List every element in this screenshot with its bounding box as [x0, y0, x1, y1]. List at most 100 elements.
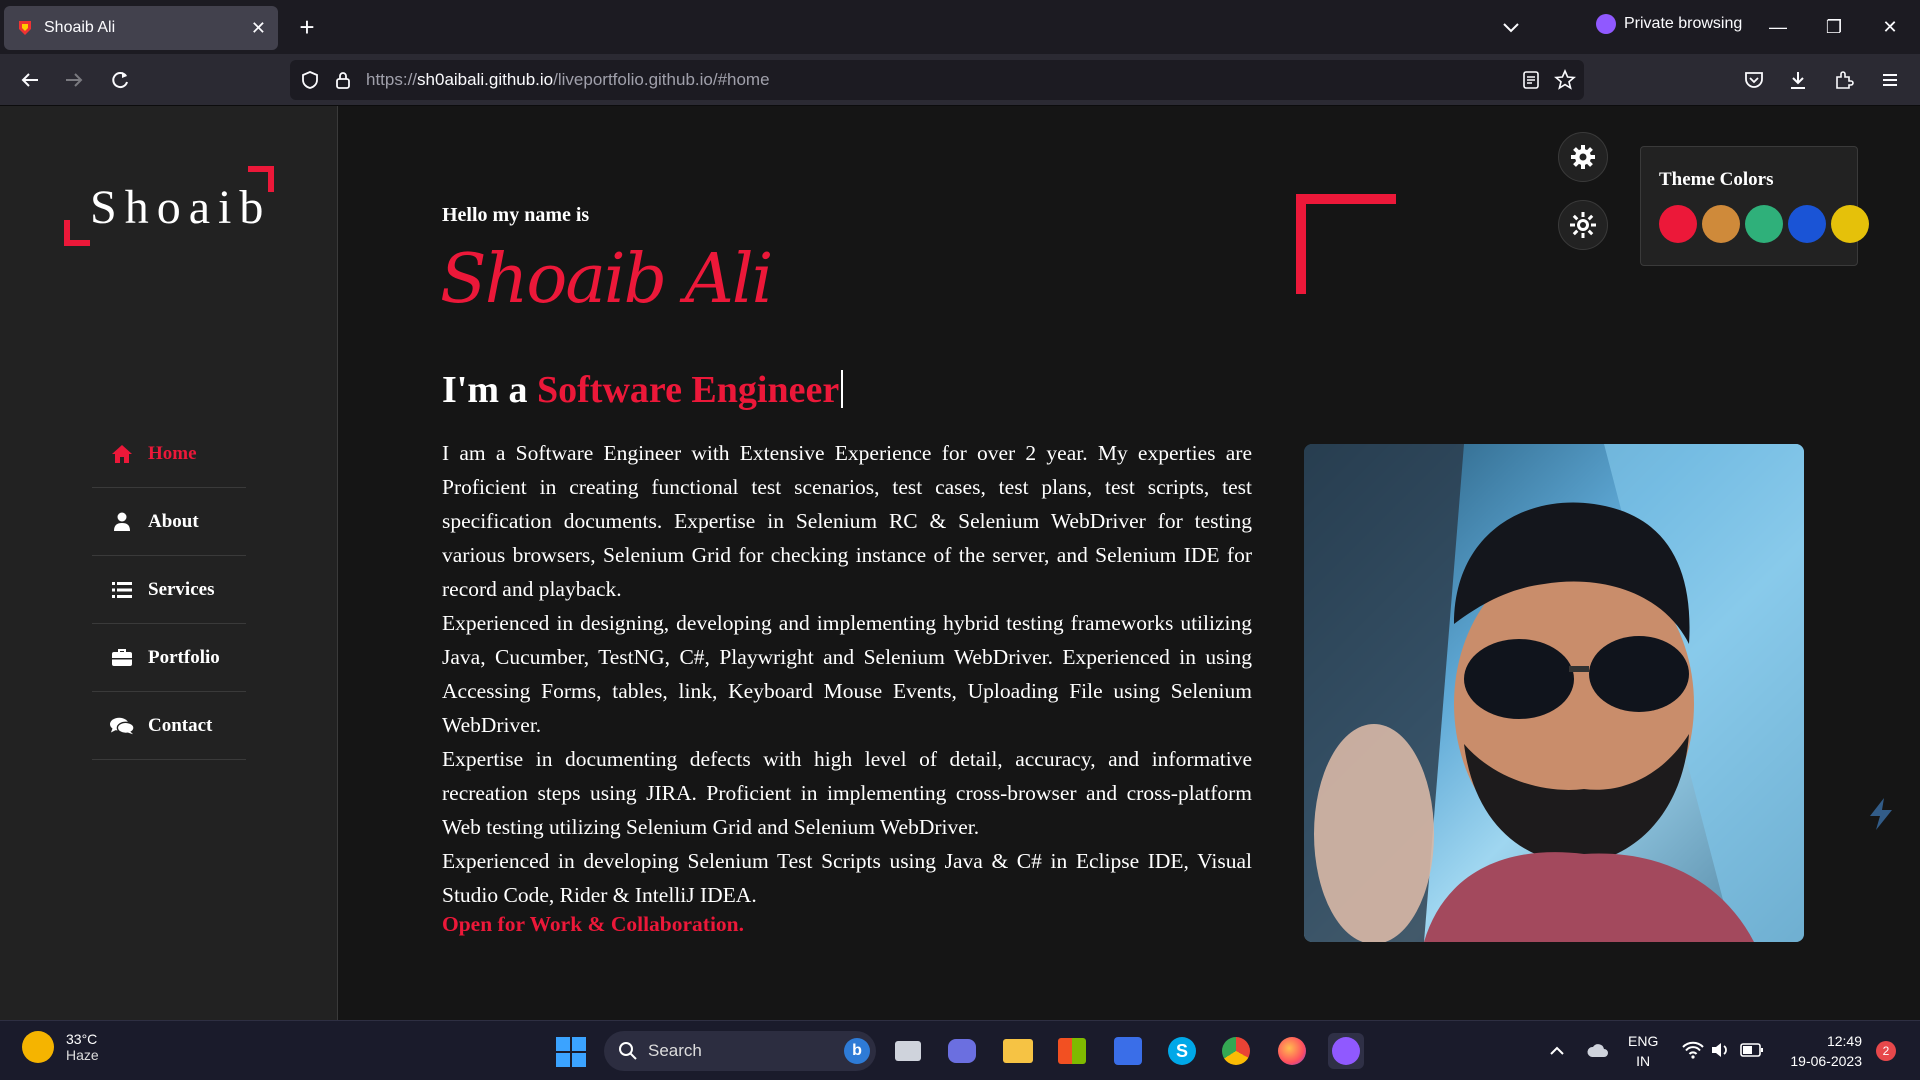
role-prefix: I'm a — [442, 369, 537, 411]
app-menu-button[interactable] — [1874, 64, 1906, 96]
extensions-button[interactable] — [1828, 64, 1860, 96]
sun-icon — [1570, 212, 1596, 238]
chevron-up-icon[interactable] — [1548, 1043, 1566, 1059]
chrome-icon — [1222, 1037, 1250, 1065]
volume-icon[interactable] — [1710, 1041, 1732, 1059]
sidebar-item-about[interactable]: About — [92, 488, 246, 556]
restore-button[interactable]: ❐ — [1814, 10, 1854, 44]
sidebar-item-label: Portfolio — [148, 646, 220, 668]
hero-name: Shoaib Ali — [440, 240, 773, 319]
minimize-button[interactable]: — — [1758, 10, 1798, 44]
theme-swatch-yellow[interactable] — [1831, 205, 1869, 243]
bookmark-star-icon[interactable] — [1554, 69, 1576, 91]
reload-button[interactable] — [104, 64, 136, 96]
browser-tab[interactable]: Shoaib Ali ✕ — [4, 6, 278, 50]
downloads-button[interactable] — [1782, 64, 1814, 96]
theme-swatch-orange[interactable] — [1702, 205, 1740, 243]
firefox-icon — [1278, 1037, 1306, 1065]
weather-temperature: 33°C — [66, 1031, 98, 1047]
back-arrow-icon — [21, 73, 38, 87]
tab-title: Shoaib Ali — [44, 19, 116, 36]
sidebar-item-label: Services — [148, 578, 215, 600]
search-icon — [619, 1042, 637, 1060]
home-icon — [110, 442, 134, 466]
role-typed-text: Software Engineer — [537, 369, 840, 411]
browser-toolbar: https://sh0aibali.github.io/liveportfoli… — [0, 54, 1920, 106]
back-button[interactable] — [14, 64, 46, 96]
task-view-button[interactable] — [890, 1033, 926, 1069]
microsoft-store-button[interactable] — [1054, 1033, 1090, 1069]
puzzle-icon — [1836, 71, 1854, 89]
reader-view-icon[interactable] — [1522, 70, 1540, 90]
shield-icon[interactable] — [300, 70, 320, 90]
private-mask-icon — [1596, 14, 1616, 34]
home-section: Hello my name is Shoaib Ali I'm a Softwa… — [338, 106, 1920, 1020]
notification-count-badge[interactable]: 2 — [1876, 1041, 1896, 1061]
battery-icon[interactable] — [1740, 1042, 1764, 1058]
tab-list-chevron-icon[interactable] — [1498, 14, 1524, 40]
bio-paragraph: I am a Software Engineer with Extensive … — [442, 441, 1252, 601]
teams-chat-button[interactable] — [944, 1033, 980, 1069]
typing-caret — [841, 370, 844, 408]
chrome-button[interactable] — [1218, 1033, 1254, 1069]
onedrive-icon[interactable] — [1586, 1041, 1610, 1061]
url-text[interactable]: https://sh0aibali.github.io/liveportfoli… — [366, 70, 770, 90]
region-code: IN — [1636, 1053, 1651, 1069]
sidebar-item-home[interactable]: Home — [92, 420, 246, 488]
wifi-icon[interactable] — [1682, 1041, 1704, 1059]
sidebar-item-contact[interactable]: Contact — [92, 692, 246, 760]
url-path: /liveportfolio.github.io/#home — [553, 70, 770, 89]
day-night-toggle-button[interactable] — [1558, 200, 1608, 250]
weather-description: Haze — [66, 1047, 99, 1063]
taskbar-search[interactable]: Search b — [604, 1031, 876, 1071]
close-window-button[interactable]: ✕ — [1870, 10, 1910, 44]
task-view-icon — [895, 1041, 921, 1061]
firefox-button[interactable] — [1274, 1033, 1310, 1069]
sidebar-item-label: Home — [148, 442, 197, 464]
skype-button[interactable]: S — [1164, 1033, 1200, 1069]
reload-icon — [112, 72, 128, 89]
sidebar-nav: Home About Services Portfolio Contact — [92, 420, 246, 760]
input-language[interactable]: ENG IN — [1628, 1031, 1658, 1071]
visual-studio-button[interactable] — [1110, 1033, 1146, 1069]
forward-arrow-icon — [66, 73, 83, 87]
list-icon — [110, 578, 134, 602]
theme-swatch-green[interactable] — [1745, 205, 1783, 243]
logo-text: Shoaib — [90, 181, 272, 234]
address-bar[interactable]: https://sh0aibali.github.io/liveportfoli… — [290, 60, 1584, 100]
theme-swatch-red[interactable] — [1659, 205, 1697, 243]
weather-haze-icon — [22, 1031, 54, 1063]
lock-icon[interactable] — [334, 70, 352, 90]
weather-widget[interactable]: 33°C Haze — [22, 1031, 99, 1063]
profile-photo — [1304, 444, 1804, 942]
floating-bolt-icon[interactable] — [1866, 796, 1896, 832]
open-for-work-link[interactable]: Open for Work & Collaboration. — [442, 912, 744, 937]
bio-paragraph: Experienced in designing, developing and… — [442, 611, 1252, 737]
theme-swatch-blue[interactable] — [1788, 205, 1826, 243]
file-explorer-button[interactable] — [1000, 1033, 1036, 1069]
logo-corner-bottom-left — [64, 220, 90, 246]
private-browsing-label: Private browsing — [1624, 15, 1743, 32]
skype-icon: S — [1168, 1037, 1196, 1065]
url-scheme: https:// — [366, 70, 418, 89]
start-button[interactable] — [556, 1037, 586, 1067]
forward-button[interactable] — [58, 64, 90, 96]
sidebar-item-services[interactable]: Services — [92, 556, 246, 624]
bio-paragraph: Experienced in developing Selenium Test … — [442, 849, 1252, 907]
settings-toggle-button[interactable] — [1558, 132, 1608, 182]
user-icon — [110, 510, 134, 534]
sidebar-item-portfolio[interactable]: Portfolio — [92, 624, 246, 692]
firefox-private-button[interactable] — [1328, 1033, 1364, 1069]
briefcase-icon — [110, 646, 134, 670]
web-page: Shoaib Home About Services Portfolio Con… — [0, 106, 1920, 1020]
new-tab-button[interactable]: + — [292, 12, 322, 42]
app-icon — [1114, 1037, 1142, 1065]
hero-role: I'm a Software Engineer — [442, 368, 844, 412]
clock[interactable]: 12:49 19-06-2023 — [1780, 1031, 1862, 1071]
pocket-button[interactable] — [1738, 64, 1770, 96]
private-mask-icon — [1332, 1037, 1360, 1065]
tab-close-icon[interactable]: ✕ — [251, 18, 266, 39]
hamburger-menu-icon — [1883, 74, 1897, 86]
sidebar: Shoaib Home About Services Portfolio Con… — [0, 106, 338, 1020]
logo[interactable]: Shoaib — [64, 166, 274, 246]
